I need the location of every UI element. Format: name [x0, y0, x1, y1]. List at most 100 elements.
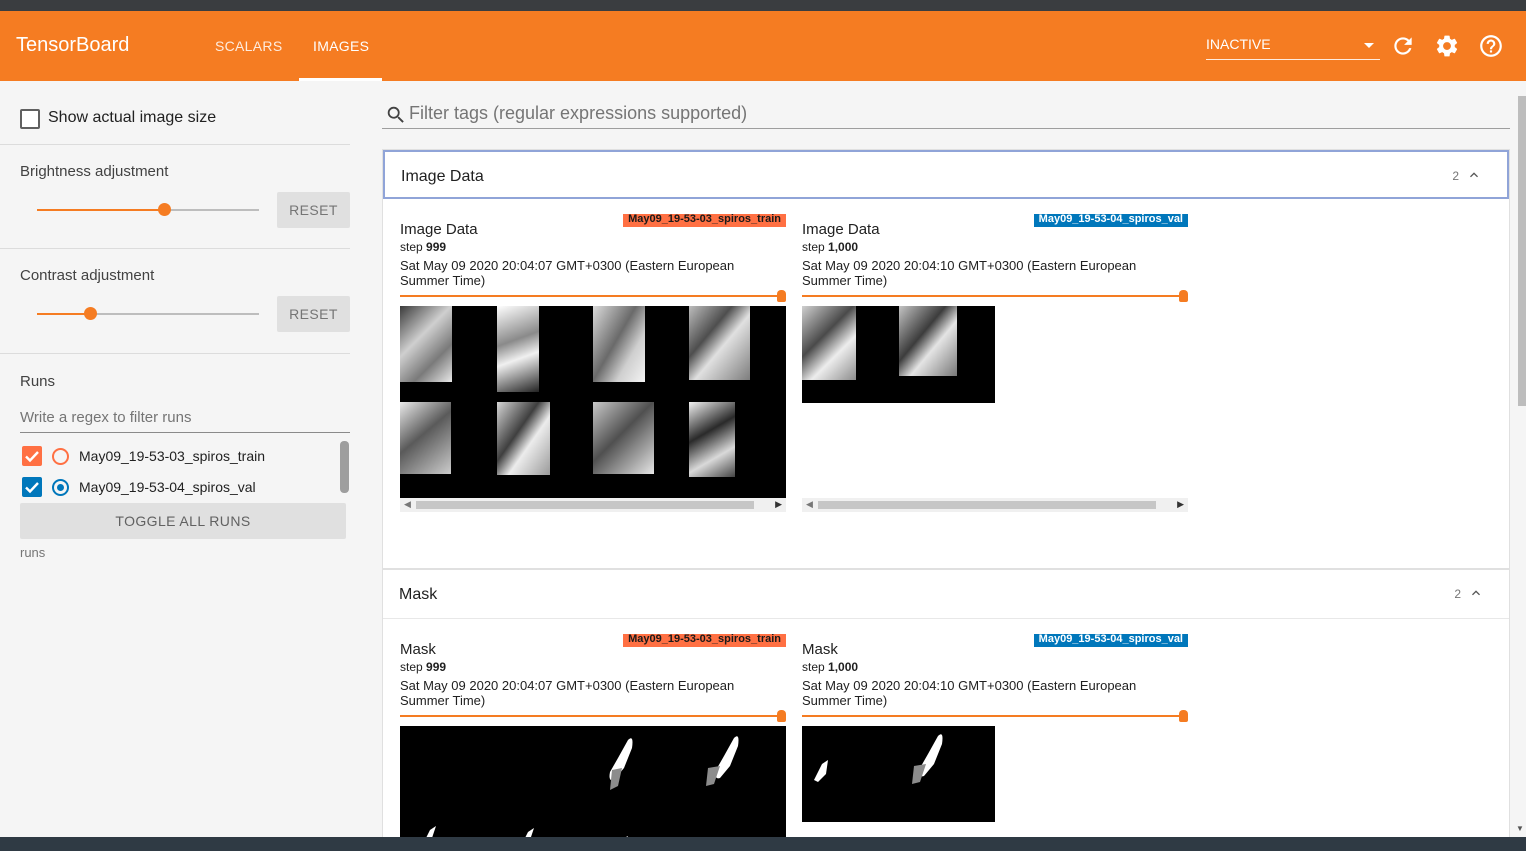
step-slider-knob[interactable]	[777, 290, 786, 302]
runs-heading: Runs	[20, 373, 56, 390]
card-title: Mask	[400, 641, 436, 658]
image-tile	[802, 306, 856, 380]
run-radio[interactable]	[52, 448, 69, 465]
brightness-label: Brightness adjustment	[20, 163, 169, 180]
image-tile	[689, 306, 750, 380]
image-tile	[497, 306, 539, 392]
card-step: step 999	[400, 660, 446, 674]
contrast-label: Contrast adjustment	[20, 267, 155, 284]
scroll-left-arrow[interactable]: ◀	[404, 499, 411, 510]
run-chip: May09_19-53-03_spiros_train	[623, 214, 786, 227]
runs-filter-input[interactable]: Write a regex to filter runs	[20, 405, 350, 433]
sidebar: Show actual image size Brightness adjust…	[0, 81, 368, 837]
card-date: Sat May 09 2020 20:04:10 GMT+0300 (Easte…	[802, 678, 1137, 708]
image-tile	[400, 402, 451, 474]
show-actual-size-label: Show actual image size	[48, 109, 217, 126]
runs-scrollbar[interactable]	[340, 441, 349, 493]
card-title: Image Data	[802, 221, 880, 238]
step-label: step	[400, 240, 423, 254]
run-name: May09_19-53-04_spiros_val	[79, 479, 256, 495]
card-date: Sat May 09 2020 20:04:10 GMT+0300 (Easte…	[802, 258, 1137, 288]
chevron-up-icon[interactable]	[1466, 167, 1482, 183]
tab-scalars[interactable]: SCALARS	[215, 38, 282, 54]
step-slider-knob[interactable]	[777, 710, 786, 722]
divider	[0, 144, 350, 145]
card-date: Sat May 09 2020 20:04:07 GMT+0300 (Easte…	[400, 258, 735, 288]
card-title: Image Data	[400, 221, 478, 238]
inactive-dashboards-select[interactable]: INACTIVE	[1206, 33, 1380, 60]
scroll-down-arrow[interactable]: ▼	[1516, 824, 1524, 833]
section-title: Mask	[399, 586, 438, 603]
step-value: 1,000	[828, 240, 859, 254]
image-grid	[400, 306, 786, 498]
run-radio[interactable]	[52, 479, 69, 496]
show-actual-size-checkbox[interactable]	[20, 109, 40, 129]
image-tile	[400, 306, 452, 382]
tab-images[interactable]: IMAGES	[313, 38, 369, 54]
section-title: Image Data	[401, 168, 484, 185]
tag-filter-input[interactable]: Filter tags (regular expressions support…	[409, 103, 1509, 129]
run-item[interactable]: May09_19-53-04_spiros_val	[22, 475, 342, 499]
main-panel: Filter tags (regular expressions support…	[368, 81, 1526, 837]
contrast-knob[interactable]	[84, 307, 98, 320]
settings-icon[interactable]	[1434, 33, 1460, 59]
window-top-strip	[0, 0, 1526, 11]
search-underline	[382, 128, 1510, 129]
scroll-right-arrow[interactable]: ▶	[775, 499, 782, 510]
section-image-data: Image Data 2 May09_19-53-03_spiros_train…	[382, 149, 1510, 569]
brightness-knob[interactable]	[157, 203, 171, 216]
mask-shapes	[426, 736, 739, 837]
run-checkbox[interactable]	[22, 477, 42, 497]
run-checkbox[interactable]	[22, 446, 42, 466]
chevron-up-icon[interactable]	[1468, 585, 1484, 601]
mask-image-grid	[400, 726, 786, 837]
divider	[0, 248, 350, 249]
brightness-fill	[37, 209, 164, 211]
toggle-all-runs-button[interactable]: TOGGLE ALL RUNS	[20, 503, 346, 539]
horizontal-scrollbar[interactable]: ◀ ▶	[400, 498, 786, 512]
step-value: 999	[426, 240, 447, 254]
section-count: 2	[1452, 169, 1459, 183]
run-item[interactable]: May09_19-53-03_spiros_train	[22, 444, 342, 468]
scroll-thumb[interactable]	[818, 501, 1156, 509]
run-chip: May09_19-53-04_spiros_val	[1033, 634, 1188, 647]
image-tile	[497, 402, 550, 475]
section-header[interactable]: Image Data 2	[383, 150, 1509, 199]
step-slider-track[interactable]	[802, 295, 1185, 297]
divider	[0, 353, 350, 354]
horizontal-scrollbar[interactable]: ◀ ▶	[802, 498, 1188, 512]
step-slider-knob[interactable]	[1179, 290, 1188, 302]
main-scrollbar[interactable]	[1518, 96, 1526, 406]
step-slider-track[interactable]	[400, 715, 783, 717]
card-step: step 999	[400, 240, 446, 254]
step-value: 999	[426, 660, 447, 674]
help-icon[interactable]	[1478, 33, 1504, 59]
section-header[interactable]: Mask 2	[383, 570, 1509, 619]
step-label: step	[802, 240, 825, 254]
step-slider-track[interactable]	[802, 715, 1185, 717]
brightness-reset-button[interactable]: RESET	[277, 192, 350, 228]
scroll-left-arrow[interactable]: ◀	[806, 499, 813, 510]
scroll-thumb[interactable]	[416, 501, 754, 509]
image-tile	[899, 306, 957, 376]
card-step: step 1,000	[802, 240, 858, 254]
window-bottom-strip	[0, 837, 1526, 851]
search-icon	[385, 104, 407, 126]
step-slider-knob[interactable]	[1179, 710, 1188, 722]
image-tile	[593, 402, 654, 474]
section-mask: Mask 2 May09_19-53-03_spiros_train Mask …	[382, 569, 1510, 837]
runs-footer: runs	[20, 545, 46, 560]
refresh-icon[interactable]	[1390, 33, 1416, 59]
scroll-right-arrow[interactable]: ▶	[1177, 499, 1184, 510]
run-chip: May09_19-53-04_spiros_val	[1033, 214, 1188, 227]
image-tile	[689, 402, 735, 477]
image-tile	[593, 306, 645, 382]
inactive-select-value: INACTIVE	[1206, 36, 1271, 52]
contrast-fill	[37, 313, 91, 315]
run-chip: May09_19-53-03_spiros_train	[623, 634, 786, 647]
card-date: Sat May 09 2020 20:04:07 GMT+0300 (Easte…	[400, 678, 735, 708]
contrast-reset-button[interactable]: RESET	[277, 296, 350, 332]
card-title: Mask	[802, 641, 838, 658]
step-slider-track[interactable]	[400, 295, 783, 297]
mask-image-grid	[802, 726, 995, 822]
